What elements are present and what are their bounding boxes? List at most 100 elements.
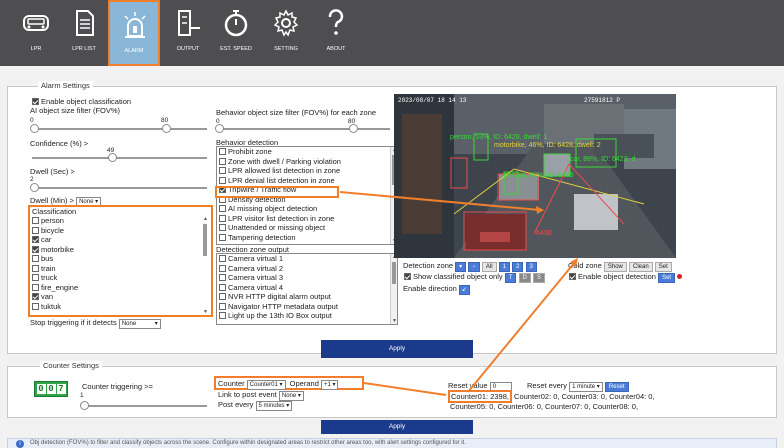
zone-1-button[interactable]: 1 <box>498 262 510 272</box>
checkbox-mark[interactable] <box>219 264 226 272</box>
checkbox-mark[interactable] <box>32 302 39 310</box>
classification-list[interactable]: person bicycle car motorbike bus train truck fi… <box>30 216 211 315</box>
checkbox-mark[interactable] <box>219 148 226 155</box>
zone-all-button[interactable]: All <box>481 262 497 272</box>
stop-triggering-select[interactable]: None ▾ <box>118 319 161 329</box>
checkbox-mark[interactable] <box>32 274 39 281</box>
nav-about[interactable]: ABOUT <box>312 0 360 66</box>
zone-output-item[interactable]: Camera virtual 3 <box>217 273 397 283</box>
zone-output-item[interactable]: Light up the 13th IO Box output <box>217 311 397 321</box>
checkbox-mark[interactable] <box>219 233 226 241</box>
classification-scrollbar[interactable]: ▲ ▼ <box>202 216 209 315</box>
slider-knob[interactable] <box>30 183 39 192</box>
nav-setting[interactable]: SETTING <box>262 0 310 66</box>
nav-lpr-list[interactable]: LPR LIST <box>60 0 108 66</box>
zone-2-button[interactable]: 2 <box>512 262 524 272</box>
slider-knob-max[interactable] <box>349 124 358 133</box>
behavior-item[interactable]: Tampering detection <box>217 233 397 243</box>
classification-item[interactable]: tuktuk <box>30 302 211 312</box>
checkbox-mark[interactable] <box>219 214 226 222</box>
classification-item[interactable]: train <box>30 264 211 274</box>
dwell-slider[interactable] <box>30 183 207 192</box>
cold-set-button[interactable]: Set <box>654 262 672 272</box>
zone-output-scrollbar[interactable]: ▲ ▼ <box>390 254 397 324</box>
checkbox-mark[interactable] <box>32 283 39 291</box>
classification-item[interactable]: person <box>30 216 211 226</box>
zone-output-item[interactable]: NVR HTTP digital alarm output <box>217 292 397 302</box>
s-button[interactable]: S <box>532 273 545 283</box>
scroll-down-icon[interactable]: ▼ <box>391 318 397 324</box>
d-button[interactable]: D <box>518 273 531 283</box>
scroll-down-icon[interactable]: ▼ <box>202 309 209 315</box>
show-classified-checkbox[interactable]: Show classified object only T D S <box>404 272 545 283</box>
checkbox-mark[interactable] <box>219 283 226 291</box>
counter-triggering-slider[interactable] <box>80 401 207 410</box>
direction-arrow-icon[interactable]: ↙ <box>458 285 470 295</box>
scroll-thumb[interactable] <box>203 224 207 256</box>
zone-output-item[interactable]: Camera virtual 2 <box>217 264 397 274</box>
checkbox-mark[interactable] <box>32 236 39 243</box>
enable-classification-checkbox[interactable]: Enable object classification <box>32 97 131 106</box>
checkbox-mark[interactable] <box>32 226 39 234</box>
nav-alarm[interactable]: ALARM <box>108 0 160 66</box>
zone-dropdown-button[interactable]: ▾ <box>455 262 467 272</box>
checkbox-mark[interactable] <box>219 255 226 262</box>
checkbox-mark[interactable] <box>219 274 226 281</box>
zone-output-list[interactable]: Camera virtual 1 Camera virtual 2 Camera v… <box>216 253 398 325</box>
classification-item[interactable]: motorbike <box>30 245 211 255</box>
zone-remove-button[interactable]: − <box>468 262 480 272</box>
checkbox-mark[interactable] <box>219 312 226 319</box>
counter-apply-button[interactable]: Apply <box>321 420 473 434</box>
checkbox-mark[interactable] <box>32 255 39 262</box>
reset-every-select[interactable]: 1 minute ▾ <box>569 382 603 392</box>
checkbox-mark[interactable] <box>219 176 226 184</box>
behavior-item[interactable]: LPR visitor list detection in zone <box>217 214 397 224</box>
checkbox-mark[interactable] <box>32 245 39 253</box>
post-every-select[interactable]: 5 minutes ▾ <box>255 401 293 411</box>
alarm-apply-button[interactable]: Apply <box>321 340 473 358</box>
cold-clean-button[interactable]: Clean <box>628 262 653 272</box>
t-button[interactable]: T <box>504 273 517 283</box>
behavior-item[interactable]: Zone with dwell / Parking violation <box>217 157 397 167</box>
enable-object-detection-checkbox[interactable]: Enable object detection Set <box>569 272 683 283</box>
ai-size-slider[interactable] <box>30 124 207 133</box>
checkbox-mark[interactable] <box>219 224 226 231</box>
reset-button[interactable]: Reset <box>604 382 629 392</box>
behavior-size-slider[interactable] <box>215 124 390 133</box>
zone-output-item[interactable]: Navigator HTTP metadata output <box>217 302 397 312</box>
behavior-item[interactable]: Unattended or missing object <box>217 223 397 233</box>
classification-item[interactable]: fire_engine <box>30 283 211 293</box>
zone-output-item[interactable]: Camera virtual 4 <box>217 283 397 293</box>
classification-item[interactable]: bicycle <box>30 226 211 236</box>
counter-select[interactable]: Counter01 ▾ <box>246 380 286 390</box>
slider-knob[interactable] <box>80 401 89 410</box>
behavior-item[interactable]: AI missing object detection <box>217 204 397 214</box>
zone-output-item[interactable]: Camera virtual 1 <box>217 254 397 264</box>
checkbox-mark[interactable] <box>219 302 226 310</box>
classification-item[interactable]: truck <box>30 273 211 283</box>
behavior-item[interactable]: LPR allowed list detection in zone <box>217 166 397 176</box>
slider-knob-min[interactable] <box>30 124 39 133</box>
checkbox-mark[interactable] <box>219 293 226 300</box>
classification-item[interactable]: van <box>30 292 211 302</box>
checkbox-mark[interactable] <box>219 205 226 212</box>
confidence-slider[interactable] <box>32 153 207 162</box>
zone-3-button[interactable]: 3 <box>525 262 537 272</box>
nav-output[interactable]: OUTPUT <box>164 0 212 66</box>
slider-knob[interactable] <box>108 153 117 162</box>
checkbox-mark[interactable] <box>32 264 39 272</box>
scroll-thumb[interactable] <box>392 262 396 284</box>
operand-select[interactable]: +1 ▾ <box>320 380 339 390</box>
checkbox-mark[interactable] <box>32 217 39 224</box>
cold-show-button[interactable]: Show <box>603 262 627 272</box>
classification-item[interactable]: bus <box>30 254 211 264</box>
object-detection-set-button[interactable]: Set <box>658 273 676 283</box>
scroll-up-icon[interactable]: ▲ <box>202 216 209 222</box>
checkbox-mark[interactable] <box>219 157 226 165</box>
nav-lpr[interactable]: LPR <box>12 0 60 66</box>
nav-est-speed[interactable]: EST. SPEED <box>212 0 260 66</box>
checkbox-mark[interactable] <box>219 167 226 174</box>
behavior-item[interactable]: LPR denial list detection in zone <box>217 176 397 186</box>
classification-item[interactable]: car <box>30 235 211 245</box>
slider-knob-max[interactable] <box>162 124 171 133</box>
